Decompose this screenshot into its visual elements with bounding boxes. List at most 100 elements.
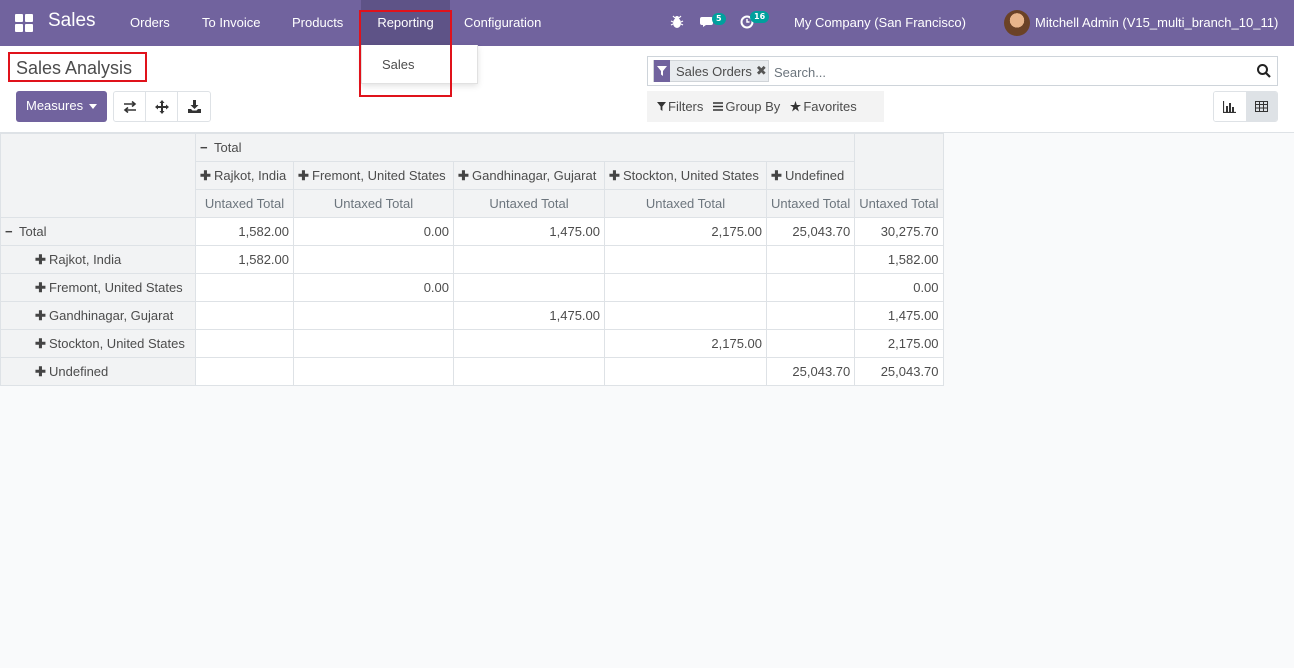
cell[interactable] [293, 245, 454, 274]
cell[interactable]: 1,582.00 [195, 245, 294, 274]
row-total-cell[interactable]: 2,175.00 [854, 329, 944, 358]
flip-axis-button[interactable] [114, 92, 146, 121]
cell[interactable] [765, 245, 856, 274]
dropdown-item-sales[interactable]: Sales [382, 57, 415, 72]
row-header[interactable]: ✚ Undefined [0, 357, 196, 386]
download-icon [187, 100, 201, 113]
minus-icon: − [5, 224, 13, 239]
activities-badge: 16 [750, 11, 770, 23]
cell[interactable]: 1,582.00 [195, 217, 294, 246]
user-avatar[interactable] [1004, 10, 1030, 36]
cell[interactable] [293, 301, 454, 330]
apps-menu-icon[interactable] [15, 14, 33, 32]
cell[interactable] [765, 329, 856, 358]
col-total-header[interactable]: − Total [194, 133, 856, 162]
menu-orders[interactable]: Orders [130, 15, 170, 30]
search-facet: Sales Orders ✖ [653, 60, 769, 82]
row-header[interactable]: ✚ Stockton, United States [0, 329, 196, 358]
cell[interactable]: 2,175.00 [604, 329, 767, 358]
groupby-toggle[interactable]: Group By [713, 99, 780, 114]
cell[interactable] [195, 357, 294, 386]
col-header-stockton[interactable]: ✚ Stockton, United States [604, 161, 767, 190]
row-total-cell[interactable]: 1,475.00 [854, 301, 944, 330]
cell[interactable] [453, 329, 605, 358]
cell[interactable] [765, 273, 856, 302]
menu-products[interactable]: Products [292, 15, 343, 30]
app-brand[interactable]: Sales [48, 10, 96, 32]
pivot-view-button[interactable] [1245, 92, 1277, 121]
cell[interactable] [765, 301, 856, 330]
row-header[interactable]: ✚ Gandhinagar, Gujarat [0, 301, 196, 330]
graph-view-button[interactable] [1214, 92, 1246, 121]
cell[interactable]: 2,175.00 [604, 217, 767, 246]
measure-header[interactable]: Untaxed Total [765, 189, 856, 218]
filters-toggle[interactable]: Filters [657, 99, 703, 114]
plus-icon: ✚ [35, 307, 46, 323]
cell[interactable]: 25,043.70 [765, 357, 856, 386]
cell[interactable] [195, 329, 294, 358]
messages-badge: 5 [712, 13, 726, 25]
download-xlsx-button[interactable] [178, 92, 210, 121]
row-label: Total [19, 224, 47, 239]
row-header[interactable]: ✚ Fremont, United States [0, 273, 196, 302]
cell[interactable] [453, 245, 605, 274]
cell[interactable] [293, 329, 454, 358]
row-header[interactable]: ✚ Rajkot, India [0, 245, 196, 274]
col-label: Rajkot, India [214, 167, 287, 183]
remove-facet-icon[interactable]: ✖ [756, 64, 768, 79]
cell[interactable] [195, 273, 294, 302]
expand-all-button[interactable] [146, 92, 178, 121]
search-input[interactable] [774, 62, 1244, 82]
cell[interactable]: 1,475.00 [453, 301, 605, 330]
cell[interactable]: 0.00 [293, 217, 454, 246]
cell[interactable] [453, 273, 605, 302]
cell[interactable] [453, 357, 605, 386]
cell[interactable] [604, 301, 767, 330]
table-row: ✚ Fremont, United States 0.00 0.00 [0, 273, 944, 302]
groupby-label: Group By [725, 99, 781, 114]
measure-header[interactable]: Untaxed Total [453, 189, 605, 218]
cell[interactable] [604, 273, 767, 302]
cell[interactable] [604, 245, 767, 274]
filters-label: Filters [668, 99, 704, 114]
search-bar: Sales Orders ✖ [647, 56, 1278, 86]
company-switcher[interactable]: My Company (San Francisco) [794, 15, 966, 30]
debug-bug-icon[interactable] [670, 15, 684, 29]
measure-header[interactable]: Untaxed Total [293, 189, 454, 218]
cell[interactable] [293, 357, 454, 386]
measure-header[interactable]: Untaxed Total [604, 189, 767, 218]
menu-to-invoice[interactable]: To Invoice [202, 15, 261, 30]
row-total-cell[interactable]: 1,582.00 [854, 245, 944, 274]
cell[interactable]: 0.00 [293, 273, 454, 302]
row-label: Stockton, United States [49, 335, 185, 351]
search-options-bar: Filters Group By Favorites [647, 91, 884, 122]
cell[interactable]: 1,475.00 [453, 217, 605, 246]
plus-icon: ✚ [35, 251, 46, 267]
search-icon[interactable] [1256, 63, 1272, 79]
favorites-toggle[interactable]: Favorites [790, 99, 857, 114]
cell[interactable] [604, 357, 767, 386]
table-row: ✚ Rajkot, India 1,582.00 1,582.00 [0, 245, 944, 274]
user-menu[interactable]: Mitchell Admin (V15_multi_branch_10_11) [1035, 15, 1278, 30]
bar-chart-icon [1223, 100, 1237, 113]
pivot-corner-cell [0, 133, 196, 218]
row-label: Gandhinagar, Gujarat [49, 307, 174, 323]
menu-configuration[interactable]: Configuration [464, 15, 541, 30]
measure-header[interactable]: Untaxed Total [854, 189, 944, 218]
measure-header[interactable]: Untaxed Total [195, 189, 294, 218]
col-header-gandhinagar[interactable]: ✚ Gandhinagar, Gujarat [453, 161, 605, 190]
row-total-cell[interactable]: 25,043.70 [854, 357, 944, 386]
col-header-undefined[interactable]: ✚ Undefined [765, 161, 856, 190]
menu-reporting[interactable]: Reporting [361, 0, 450, 46]
col-label: Gandhinagar, Gujarat [472, 167, 597, 183]
row-total-cell[interactable]: 0.00 [854, 273, 944, 302]
row-total-header[interactable]: − Total [0, 217, 196, 246]
measures-button[interactable]: Measures [16, 91, 107, 122]
reporting-dropdown: Sales [361, 45, 478, 84]
col-header-fremont[interactable]: ✚ Fremont, United States [293, 161, 454, 190]
star-icon [790, 101, 802, 112]
cell[interactable]: 25,043.70 [765, 217, 856, 246]
col-header-rajkot[interactable]: ✚ Rajkot, India [195, 161, 294, 190]
grand-total-cell[interactable]: 30,275.70 [854, 217, 944, 246]
cell[interactable] [195, 301, 294, 330]
